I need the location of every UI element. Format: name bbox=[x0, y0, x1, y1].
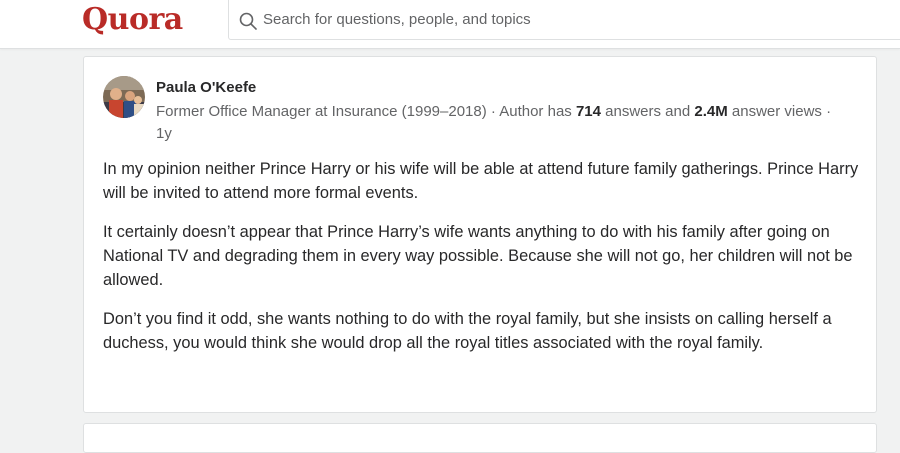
answer-paragraph: It certainly doesn’t appear that Prince … bbox=[103, 223, 853, 289]
author-credential: Former Office Manager at Insurance (1999… bbox=[156, 101, 846, 145]
credential-mid-text: answers and bbox=[600, 103, 695, 120]
quora-logo[interactable]: Quora bbox=[82, 2, 183, 37]
search-icon bbox=[239, 12, 257, 30]
avatar-photo-icon bbox=[103, 76, 145, 118]
views-count: 2.4M bbox=[694, 103, 728, 120]
next-answer-card bbox=[83, 423, 877, 453]
author-name[interactable]: Paula O'Keefe bbox=[156, 79, 256, 96]
search-input[interactable]: Search for questions, people, and topics bbox=[263, 11, 531, 28]
top-navigation-bar: Quora Search for questions, people, and … bbox=[0, 0, 900, 49]
answer-body: In my opinion neither Prince Harry or hi… bbox=[103, 157, 863, 370]
answer-paragraph: Don’t you find it odd, she wants nothing… bbox=[103, 310, 832, 352]
search-bar[interactable]: Search for questions, people, and topics bbox=[228, 0, 900, 40]
credential-text: Former Office Manager at Insurance (1999… bbox=[156, 103, 576, 120]
answer-card: Paula O'Keefe Former Office Manager at I… bbox=[83, 56, 877, 413]
answers-count: 714 bbox=[575, 103, 601, 120]
avatar[interactable] bbox=[103, 76, 145, 118]
answer-paragraph: In my opinion neither Prince Harry or hi… bbox=[103, 160, 859, 202]
